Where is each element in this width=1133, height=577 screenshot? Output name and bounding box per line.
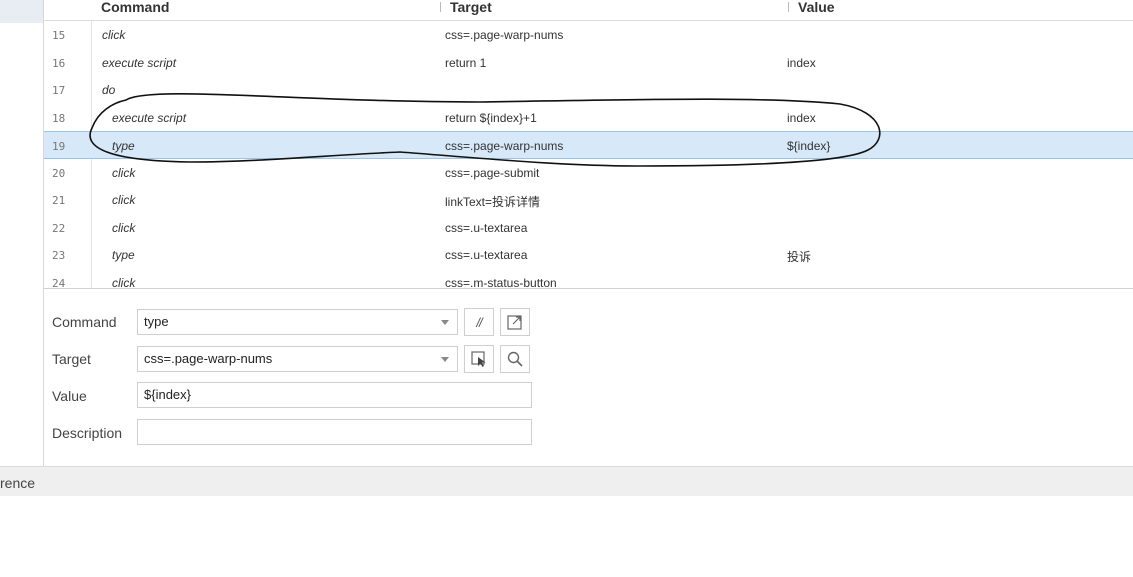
chevron-down-icon[interactable] (441, 357, 449, 362)
row-target: css=.page-submit (445, 165, 540, 180)
table-row[interactable]: 23 type css=.u-textarea 投诉 (44, 241, 1133, 269)
target-combobox[interactable]: css=.page-warp-nums (137, 346, 458, 372)
ide-window: Command Target Value 15 click css=.page-wa… (0, 0, 1133, 577)
select-target-in-page-icon (471, 351, 486, 367)
table-header: Command Target Value (44, 0, 1133, 21)
find-target-button[interactable] (500, 345, 530, 373)
table-row[interactable]: 20 click css=.page-submit (44, 159, 1133, 187)
row-target: return ${index}+1 (445, 110, 537, 125)
row-line-number: 24 (52, 276, 66, 289)
column-header-command[interactable]: Command (101, 0, 169, 15)
row-line-number: 19 (52, 140, 66, 153)
bottom-panel-tabs: rence (0, 466, 1133, 496)
row-line-number: 22 (52, 221, 66, 235)
row-command: click (102, 28, 126, 42)
value-input-text: ${index} (144, 387, 191, 402)
open-reference-button[interactable] (500, 308, 530, 336)
row-line-number: 16 (52, 56, 66, 70)
column-header-value[interactable]: Value (788, 0, 835, 15)
command-table: Command Target Value 15 click css=.page-wa… (44, 0, 1133, 289)
row-command: click (112, 193, 136, 207)
target-combobox-value: css=.page-warp-nums (144, 351, 273, 366)
row-command: do (102, 83, 116, 97)
row-command: execute script (102, 55, 177, 70)
row-line-number: 15 (52, 29, 66, 42)
table-row[interactable]: 24 click css=.m-status-button (44, 269, 1133, 289)
row-target: css=.m-status-button (445, 275, 557, 289)
row-line-number: 21 (52, 194, 66, 207)
row-target: css=.u-textarea (445, 248, 528, 262)
left-panel-selected-item[interactable] (0, 0, 43, 23)
row-command: click (112, 275, 136, 289)
row-target: css=.u-textarea (445, 220, 528, 235)
row-line-number: 17 (52, 84, 66, 97)
row-command: type (112, 139, 135, 153)
table-row[interactable]: 16 execute script return 1 index (44, 49, 1133, 77)
table-row[interactable]: 15 click css=.page-warp-nums (44, 21, 1133, 49)
row-line-number: 23 (52, 249, 66, 262)
value-input[interactable]: ${index} (137, 382, 532, 408)
table-row[interactable]: 22 click css=.u-textarea (44, 214, 1133, 242)
row-value: index (787, 55, 816, 70)
table-row[interactable]: 17 do (44, 76, 1133, 104)
table-row[interactable]: 21 click linkText=投诉详情 (44, 186, 1133, 214)
command-combobox[interactable]: type (137, 309, 458, 335)
row-command: type (112, 248, 135, 262)
left-panel (0, 0, 44, 466)
row-command: click (112, 165, 136, 180)
row-target: css=.page-warp-nums (445, 139, 564, 153)
column-header-target[interactable]: Target (440, 0, 492, 15)
open-in-new-window-icon (507, 315, 522, 330)
row-value: ${index} (787, 139, 831, 153)
command-editor: Command type // Target css=.page-warp-nu… (44, 289, 1133, 466)
select-target-button[interactable] (464, 345, 494, 373)
chevron-down-icon[interactable] (441, 320, 449, 325)
toggle-comment-button[interactable]: // (464, 308, 494, 336)
row-command: click (112, 220, 136, 235)
description-input[interactable] (137, 419, 532, 445)
row-line-number: 20 (52, 166, 66, 180)
row-command: execute script (112, 110, 187, 125)
command-combobox-value: type (144, 314, 169, 329)
row-target: return 1 (445, 55, 487, 70)
magnifier-icon (507, 351, 523, 367)
reference-tab[interactable]: rence (0, 475, 35, 491)
description-label: Description (52, 425, 123, 441)
row-line-number: 18 (52, 111, 66, 125)
row-value: index (787, 110, 816, 125)
row-value: 投诉 (787, 250, 812, 264)
row-target: css=.page-warp-nums (445, 28, 564, 42)
command-rows: 15 click css=.page-warp-nums 16 execute scri… (44, 21, 1133, 289)
table-row[interactable]: 19 type css=.page-warp-nums ${index} (44, 131, 1133, 159)
target-label: Target (52, 351, 91, 367)
row-target: linkText=投诉详情 (445, 195, 541, 209)
value-label: Value (52, 388, 87, 404)
command-label: Command (52, 314, 117, 330)
table-row[interactable]: 18 execute script return ${index}+1 index (44, 104, 1133, 132)
comment-slashes-label: // (476, 314, 482, 330)
